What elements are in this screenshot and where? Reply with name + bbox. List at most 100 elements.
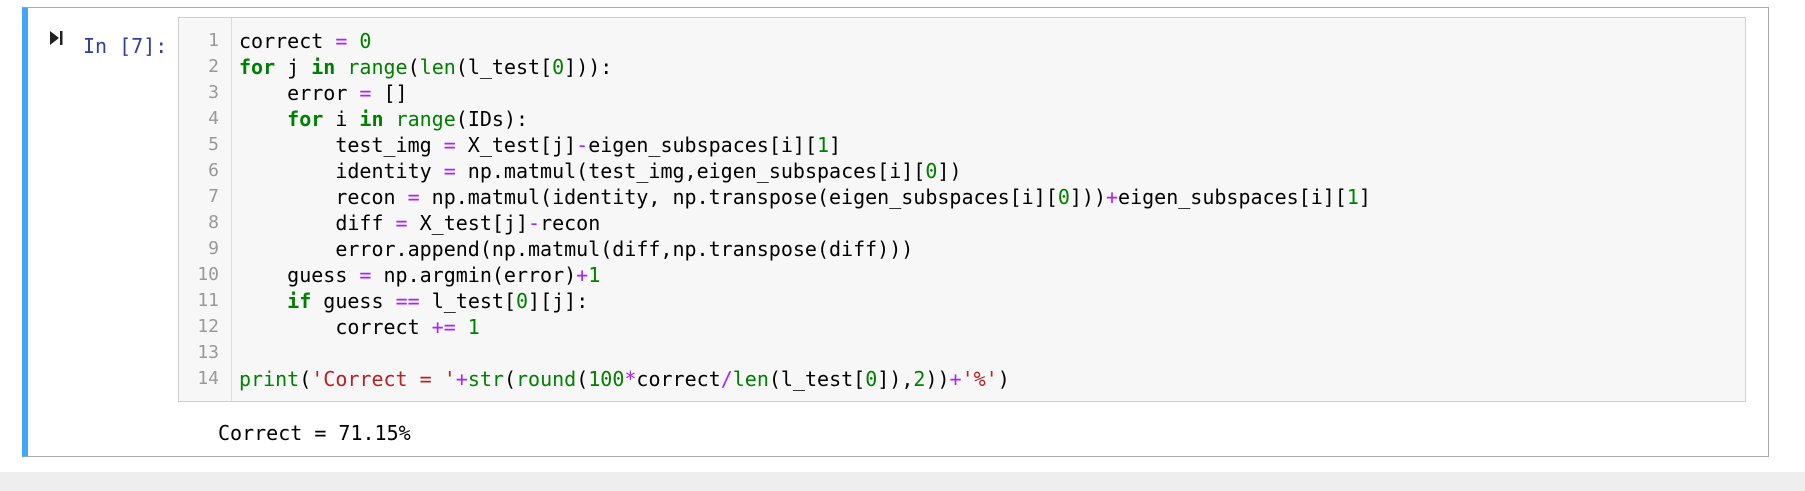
code-token: ( [407,55,420,79]
code-token: - [528,211,541,235]
line-number: 2 [208,56,219,77]
code-token: 0 [515,289,529,313]
code-token: = [407,185,420,209]
code-token: + [1105,185,1119,209]
code-token: np.matmul(identity, np.transpose(eigen_s… [419,185,1058,209]
code-line[interactable]: for j in range(len(l_test[0])): [239,54,1745,80]
line-number: 1 [208,30,219,51]
code-token: == [395,289,420,313]
code-token: ( [299,367,312,391]
code-token: correct [239,315,432,339]
code-token: error [239,81,360,105]
code-token: = [443,159,456,183]
code-token: / [720,367,733,391]
code-token: recon [540,211,601,235]
line-number-gutter: 1 2 3 4 5 6 7 8 9 10 11 12 13 14 [179,18,232,401]
code-token: 1 [467,315,480,339]
code-line[interactable] [239,340,1745,366]
line-number: 12 [197,316,219,337]
code-token: 1 [588,263,601,287]
code-token: guess [239,263,360,287]
line-number: 4 [208,108,219,129]
code-token: 2 [913,367,926,391]
code-token: 0 [1057,185,1070,209]
code-token: X_test[j] [455,133,577,157]
code-token: X_test[j] [407,211,529,235]
code-line[interactable]: test_img = X_test[j]-eigen_subspaces[i][… [239,132,1745,158]
code-token: range [347,55,408,79]
line-number: 6 [208,160,219,181]
code-token: 100 [588,367,625,391]
cell-output: Correct = 71.15% [218,421,411,445]
code-token: if [287,289,312,313]
line-number: 10 [197,264,219,285]
code-token: )) [925,367,950,391]
code-token: correct [239,29,336,53]
code-editor[interactable]: 1 2 3 4 5 6 7 8 9 10 11 12 13 14 correct = 0 for j in … [178,17,1746,402]
code-token: ])) [1069,185,1106,209]
line-number: 7 [208,186,219,207]
code-token: ( [503,367,516,391]
code-token: 0 [552,55,565,79]
code-token: ][j]: [528,289,589,313]
code-token: i [323,107,360,131]
run-cell-icon[interactable] [48,29,64,47]
code-line[interactable]: recon = np.matmul(identity, np.transpose… [239,184,1745,210]
code-token: np.argmin(error) [371,263,577,287]
code-token: in [311,55,336,79]
code-token: round [515,367,577,391]
code-token: = [395,211,408,235]
code-token: ) [997,367,1010,391]
code-token: 'Correct = ' [311,367,456,391]
code-token: 1 [1346,185,1359,209]
code-token: range [395,107,456,131]
notebook-page: In [7]: 1 2 3 4 5 6 7 8 9 10 11 12 13 14 correct = 0f… [0,0,1805,472]
code-token: l_test[ [419,289,516,313]
code-token: = [443,133,456,157]
code-token: identity [239,159,444,183]
code-line[interactable]: error = [] [239,80,1745,106]
code-token: '%' [961,367,998,391]
code-token: print [239,367,300,391]
code-token: = [335,29,348,53]
code-token: correct [636,367,721,391]
code-token: str [467,367,504,391]
code-token: test_img [239,133,444,157]
line-number: 8 [208,212,219,233]
code-token: guess [311,289,396,313]
code-token: recon [239,185,408,209]
code-token: np.matmul(test_img,eigen_subspaces[i][ [455,159,926,183]
code-token: (l_test[ [455,55,553,79]
line-number: 5 [208,134,219,155]
code-token: ]), [877,367,914,391]
code-token: len [732,367,769,391]
code-line[interactable]: if guess == l_test[0][j]: [239,288,1745,314]
code-token: * [624,367,637,391]
code-token: 0 [359,29,372,53]
code-token: + [949,367,962,391]
code-line[interactable]: for i in range(IDs): [239,106,1745,132]
code-cell[interactable]: In [7]: 1 2 3 4 5 6 7 8 9 10 11 12 13 14 correct = 0f… [22,7,1769,457]
code-line[interactable]: guess = np.argmin(error)+1 [239,262,1745,288]
code-area[interactable]: correct = 0 for j in range(len(l_test[0])… [239,28,1745,392]
code-token: for [239,55,276,79]
code-line[interactable]: correct = 0 [239,28,1745,54]
input-prompt: In [7]: [83,34,168,58]
code-token: in [359,107,384,131]
code-token: eigen_subspaces[i][ [588,133,817,157]
code-token: 0 [865,367,878,391]
code-line[interactable]: error.append(np.matmul(diff,np.transpose… [239,236,1745,262]
code-token: ])): [564,55,613,79]
code-token: eigen_subspaces[i][ [1118,185,1347,209]
code-line[interactable]: print('Correct = '+str(round(100*correct… [239,366,1745,392]
code-line[interactable]: correct += 1 [239,314,1745,340]
line-number: 13 [197,342,219,363]
code-line[interactable]: diff = X_test[j]-recon [239,210,1745,236]
code-token: (IDs): [455,107,529,131]
code-token: j [275,55,312,79]
code-line[interactable]: identity = np.matmul(test_img,eigen_subs… [239,158,1745,184]
code-token: 1 [817,133,830,157]
code-token: for [287,107,324,131]
